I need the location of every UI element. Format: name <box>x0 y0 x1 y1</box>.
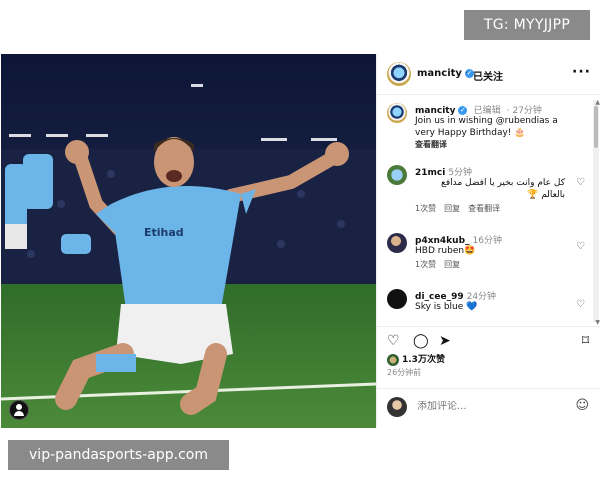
comments-scrollbar[interactable] <box>593 100 599 322</box>
separator-dot: · <box>465 68 469 79</box>
commenter-avatar[interactable] <box>387 289 407 309</box>
caption-text: Join us in wishing @rubendias a very Hap… <box>415 116 558 138</box>
commenter-avatar[interactable] <box>387 165 407 185</box>
post-side-panel: mancity ✓ · 已关注 ··· mancity ✓ 已编辑 · 27分钟 J… <box>376 54 600 428</box>
see-translation-link[interactable]: 查看翻译 <box>468 204 500 213</box>
viewer-avatar <box>387 397 407 417</box>
commenter-avatar[interactable] <box>387 233 407 253</box>
like-comment-icon[interactable]: ♡ <box>576 299 585 310</box>
more-options-icon[interactable]: ··· <box>572 64 591 80</box>
reply-button[interactable]: 回复 <box>444 260 460 269</box>
caption-author-avatar[interactable] <box>387 103 407 123</box>
post-time: 26分钟前 <box>387 368 422 377</box>
emoji-icon[interactable]: ☺ <box>575 398 589 413</box>
scroll-down-icon[interactable]: ▼ <box>595 319 600 326</box>
player-celebration-image: Etihad <box>1 54 376 428</box>
liker-avatar <box>387 353 399 366</box>
comment-text: كل عام وانت بخير يا افضل مدافع بالعالم 🏆 <box>441 178 565 200</box>
see-translation-link[interactable]: 查看翻译 <box>415 139 447 150</box>
scrollbar-thumb[interactable] <box>594 106 598 148</box>
comment-text: HBD ruben🤩 <box>415 246 476 256</box>
add-comment-input[interactable] <box>417 401 547 412</box>
watermark-top: TG: MYYJJPP <box>464 10 590 40</box>
comment-actions: 1次赞 回复 <box>415 259 468 270</box>
likes-summary[interactable]: 1.3万次赞 <box>387 352 445 366</box>
scroll-up-icon[interactable]: ▲ <box>595 99 600 106</box>
shirt-sponsor-text: Etihad <box>144 226 184 239</box>
tagged-people-icon[interactable] <box>9 400 29 420</box>
like-comment-icon[interactable]: ♡ <box>576 241 585 252</box>
post-action-bar: ♡ ◯ ➤ ⌑ <box>377 326 600 353</box>
comment-icon[interactable]: ◯ <box>413 333 429 349</box>
watermark-bottom: vip-pandasports-app.com <box>8 440 229 470</box>
comment-likes[interactable]: 1次赞 <box>415 260 436 269</box>
follow-status-button[interactable]: 已关注 <box>473 68 503 83</box>
like-comment-icon[interactable]: ♡ <box>576 177 585 188</box>
author-avatar[interactable] <box>387 62 411 86</box>
reply-button[interactable]: 回复 <box>444 204 460 213</box>
comment-likes[interactable]: 1次赞 <box>415 204 436 213</box>
add-comment-bar: ☺ <box>377 388 600 429</box>
post-photo[interactable]: Etihad <box>1 54 376 428</box>
post-header: mancity ✓ · 已关注 ··· <box>377 54 600 95</box>
bookmark-icon[interactable]: ⌑ <box>582 333 589 349</box>
verified-icon: ✓ <box>458 106 468 115</box>
comment-text: Sky is blue 💙 <box>415 302 478 312</box>
like-heart-icon[interactable]: ♡ <box>387 333 400 349</box>
share-icon[interactable]: ➤ <box>439 333 451 349</box>
comment-actions: 1次赞 回复 查看翻译 <box>415 203 508 214</box>
